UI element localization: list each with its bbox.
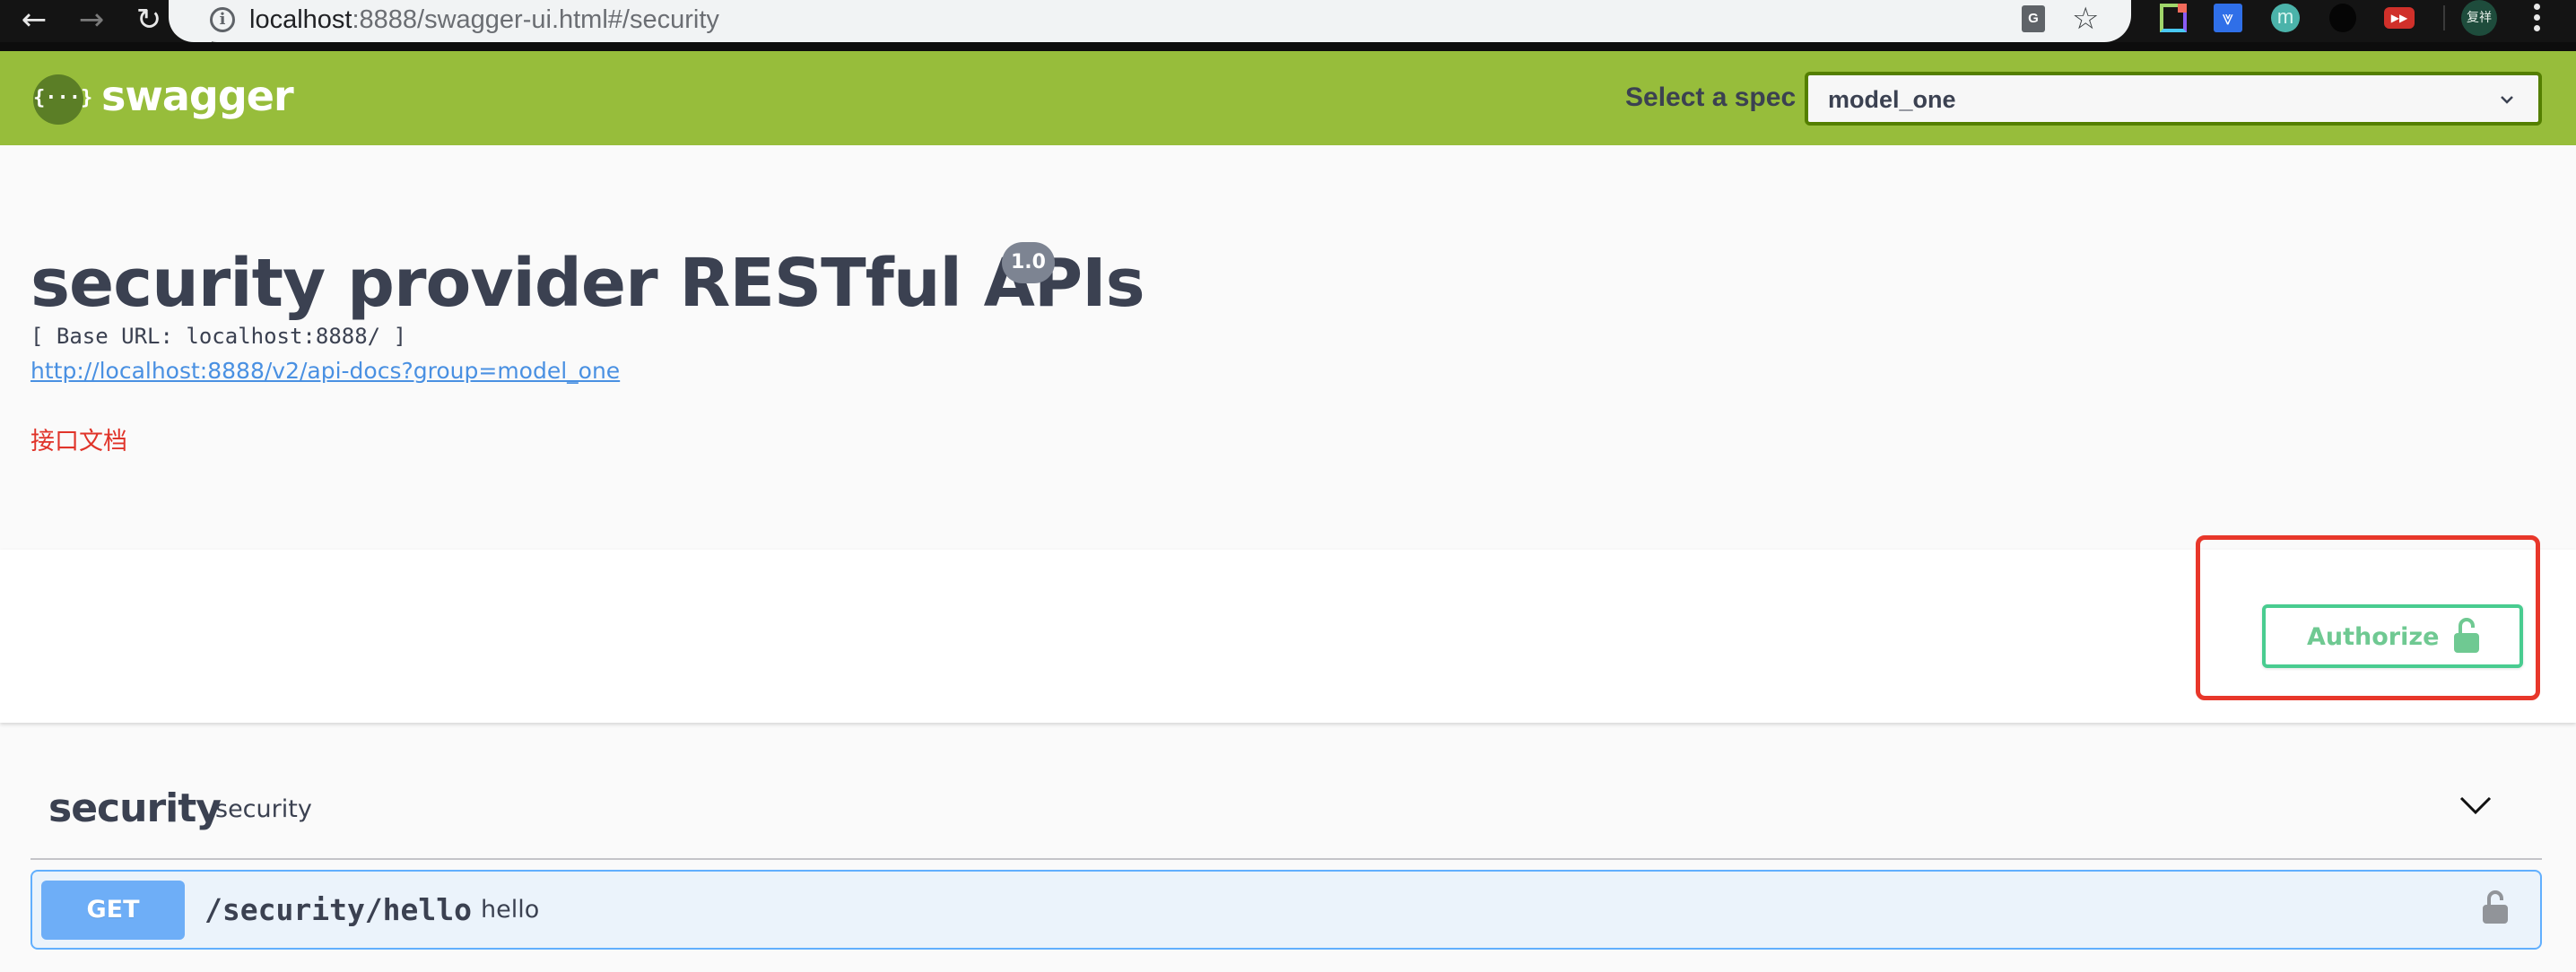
profile-avatar[interactable]: 复祥 <box>2461 0 2497 36</box>
play-extension-icon[interactable]: ▶▶ <box>2384 7 2415 29</box>
tag-divider <box>30 858 2542 860</box>
operation-summary: hello <box>481 896 540 924</box>
doc-extension-icon[interactable] <box>2160 4 2187 32</box>
face-extension-icon[interactable] <box>2329 4 2356 32</box>
highlight-annotation-box <box>2196 535 2540 700</box>
api-docs-link[interactable]: http://localhost:8888/v2/api-docs?group=… <box>30 357 620 386</box>
spec-select-label: Select a spec <box>1625 82 1797 112</box>
m-extension-icon[interactable]: m <box>2271 4 2300 32</box>
bookmark-star-icon[interactable]: ☆ <box>2072 2 2099 36</box>
toolbar-bottom-strip <box>0 42 2576 51</box>
tag-description: security <box>215 795 312 823</box>
site-info-icon[interactable]: i <box>210 7 235 32</box>
base-url: [ Base URL: localhost:8888/ ] <box>30 324 407 349</box>
scheme-container: Authorize <box>0 550 2576 723</box>
browser-toolbar: ← → ↻ i localhost:8888/swagger-ui.html#/… <box>0 0 2576 51</box>
api-info: security provider RESTful APIs 1.0 [ Bas… <box>0 145 2576 550</box>
reload-icon[interactable]: ↻ <box>131 2 167 38</box>
url-host: localhost <box>249 5 352 34</box>
translate-icon[interactable]: G <box>2022 5 2045 32</box>
operation-path: /security/hello <box>205 892 473 927</box>
unlock-icon[interactable] <box>2481 890 2510 925</box>
address-bar[interactable]: i localhost:8888/swagger-ui.html#/securi… <box>169 0 2131 42</box>
chevron-down-icon <box>2501 96 2513 104</box>
url-path: :8888/swagger-ui.html#/security <box>352 5 719 34</box>
url-text[interactable]: localhost:8888/swagger-ui.html#/security <box>249 4 719 36</box>
toolbar-separator <box>2443 5 2445 30</box>
method-badge: GET <box>41 881 185 940</box>
back-arrow-icon[interactable]: ← <box>16 2 52 38</box>
page-title: security provider RESTful APIs <box>30 245 1145 322</box>
spec-select[interactable]: model_one <box>1805 72 2542 126</box>
version-badge: 1.0 <box>1002 242 1055 283</box>
swagger-logo-icon[interactable]: {···} <box>33 74 92 125</box>
browser-menu-icon[interactable] <box>2531 4 2542 34</box>
swagger-topbar: {···} swagger Select a spec model_one <box>0 51 2576 145</box>
api-description: 接口文档 <box>30 428 127 456</box>
spec-selected-value: model_one <box>1828 86 1956 113</box>
tag-title[interactable]: security <box>48 784 222 834</box>
download-extension-icon[interactable]: ⩔ <box>2214 4 2242 32</box>
forward-arrow-icon[interactable]: → <box>74 2 109 38</box>
chevron-down-icon[interactable] <box>2458 794 2493 816</box>
operation-get-security-hello[interactable]: GET /security/hello hello <box>30 870 2542 950</box>
swagger-brand[interactable]: swagger <box>101 71 294 121</box>
